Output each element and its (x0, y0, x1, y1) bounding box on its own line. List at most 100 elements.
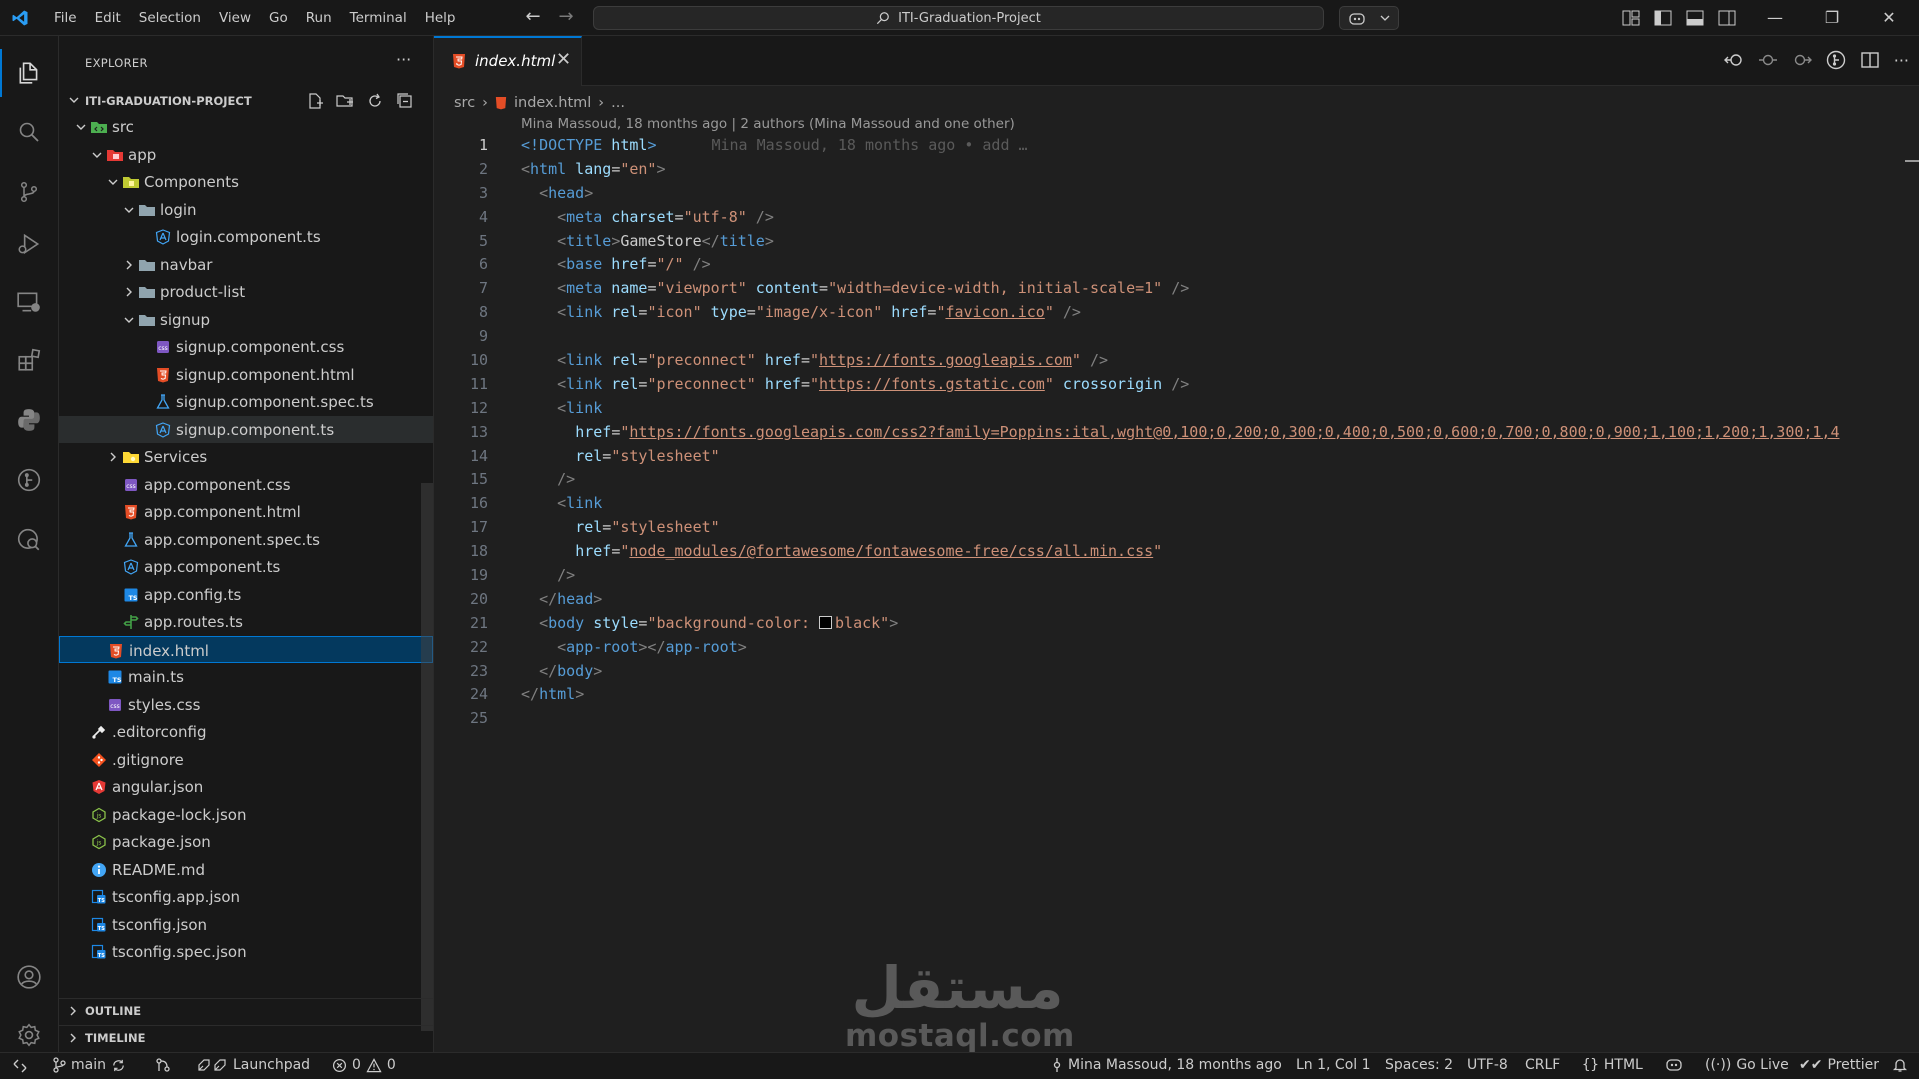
refresh-icon[interactable] (366, 92, 384, 110)
branch-indicator[interactable]: main (52, 1057, 126, 1073)
new-folder-icon[interactable] (336, 92, 354, 110)
launchpad-status[interactable]: Launchpad (196, 1057, 310, 1073)
chevron-down-icon[interactable] (123, 314, 135, 326)
color-swatch[interactable] (819, 615, 833, 629)
tree-folder[interactable]: navbar (59, 251, 433, 279)
gitlens-icon[interactable] (13, 464, 45, 496)
code-line[interactable]: 23 </body> (434, 660, 1919, 684)
code-line[interactable]: 21 <body style="background-color: black"… (434, 612, 1919, 636)
tree-file[interactable]: css app.component.css (59, 471, 433, 499)
settings-gear-icon[interactable] (13, 1019, 45, 1051)
breadcrumb-symbol[interactable]: ... (611, 95, 625, 111)
blame-codelens[interactable]: Mina Massoud, 18 months ago | 2 authors … (521, 116, 1015, 132)
code-line[interactable]: 17 rel="stylesheet" (434, 516, 1919, 540)
code-line[interactable]: 19 /> (434, 564, 1919, 588)
problems-indicator[interactable]: 0 0 (332, 1057, 396, 1073)
tree-file[interactable]: index.html (59, 635, 433, 663)
tree-folder[interactable]: signup (59, 306, 433, 334)
indentation-status[interactable]: Spaces: 2 (1385, 1057, 1453, 1073)
customize-layout-icon[interactable] (1622, 10, 1640, 26)
menu-file[interactable]: File (45, 0, 86, 36)
tree-file[interactable]: angular.json (59, 773, 433, 801)
code-line[interactable]: 10 <link rel="preconnect" href="https://… (434, 349, 1919, 373)
code-line[interactable]: 15 /> (434, 468, 1919, 492)
chevron-down-icon[interactable] (123, 204, 135, 216)
tree-file[interactable]: TS app.config.ts (59, 581, 433, 609)
breadcrumb-file[interactable]: index.html (514, 95, 591, 111)
run-debug-icon[interactable] (13, 228, 45, 260)
new-file-icon[interactable] (306, 92, 324, 110)
cursor-position[interactable]: Ln 1, Col 1 (1296, 1057, 1371, 1073)
blame-status[interactable]: Mina Massoud, 18 months ago (1051, 1057, 1282, 1073)
copilot-status[interactable] (1665, 1057, 1683, 1072)
tree-file[interactable]: app.component.spec.ts (59, 526, 433, 554)
tree-file[interactable]: .editorconfig (59, 718, 433, 746)
menu-terminal[interactable]: Terminal (341, 0, 416, 36)
code-line[interactable]: 4 <meta charset="utf-8" /> (434, 206, 1919, 230)
open-changes-icon[interactable] (1723, 51, 1744, 69)
notifications-bell-icon[interactable] (1893, 1057, 1907, 1073)
tree-folder[interactable]: app (59, 141, 433, 169)
tree-file[interactable]: TS tsconfig.json (59, 911, 433, 939)
forward-arrow-icon[interactable]: → (555, 6, 577, 28)
command-center-search[interactable]: ITI-Graduation-Project (593, 6, 1324, 30)
minimize-icon[interactable]: — (1752, 0, 1798, 36)
tree-folder[interactable]: src (59, 113, 433, 141)
code-line[interactable]: 3 <head> (434, 182, 1919, 206)
menu-run[interactable]: Run (297, 0, 341, 36)
toggle-panel-icon[interactable] (1686, 10, 1704, 26)
tree-folder[interactable]: Components (59, 168, 433, 196)
tree-file[interactable]: TS tsconfig.spec.json (59, 938, 433, 966)
chevron-right-icon[interactable] (107, 451, 119, 463)
tree-file[interactable]: signup.component.ts (59, 415, 433, 443)
prettier-status[interactable]: ✔✔ Prettier (1799, 1057, 1879, 1073)
menu-view[interactable]: View (210, 0, 260, 36)
copilot-button[interactable] (1339, 6, 1399, 30)
more-actions-icon[interactable]: ··· (1894, 51, 1909, 70)
chevron-down-icon[interactable] (91, 149, 103, 161)
code-editor[interactable]: 1 <!DOCTYPE html> Mina Massoud, 18 months … (434, 134, 1919, 731)
code-line[interactable]: 11 <link rel="preconnect" href="https://… (434, 373, 1919, 397)
tree-file[interactable]: signup.component.html (59, 361, 433, 389)
chevron-right-icon[interactable] (123, 259, 135, 271)
tree-file[interactable]: README.md (59, 856, 433, 884)
code-line[interactable]: 5 <title>GameStore</title> (434, 230, 1919, 254)
python-icon[interactable] (13, 404, 45, 436)
language-mode[interactable]: {} HTML (1582, 1057, 1643, 1073)
gitlens-graph-status[interactable] (155, 1057, 171, 1073)
tree-file[interactable]: app.component.ts (59, 553, 433, 581)
code-line[interactable]: 7 <meta name="viewport" content="width=d… (434, 277, 1919, 301)
code-line[interactable]: 14 rel="stylesheet" (434, 445, 1919, 469)
eol-status[interactable]: CRLF (1525, 1057, 1560, 1073)
code-line[interactable]: 13 href="https://fonts.googleapis.com/cs… (434, 421, 1919, 445)
remote-explorer-icon[interactable] (13, 286, 45, 318)
sync-icon[interactable] (111, 1058, 126, 1073)
code-line[interactable]: 2 <html lang="en"> (434, 158, 1919, 182)
chevron-down-icon[interactable] (107, 176, 119, 188)
breadcrumb-folder[interactable]: src (454, 95, 475, 111)
tree-folder[interactable]: Services (59, 443, 433, 471)
more-actions-icon[interactable]: ··· (396, 50, 411, 69)
tree-file[interactable]: css signup.component.css (59, 333, 433, 361)
menu-selection[interactable]: Selection (130, 0, 210, 36)
close-tab-icon[interactable]: ✕ (556, 49, 571, 70)
next-revision-icon[interactable] (1792, 51, 1812, 69)
gitlens-inspect-icon[interactable] (13, 524, 45, 556)
code-line[interactable]: 16 <link (434, 492, 1919, 516)
tree-file[interactable]: js package-lock.json (59, 801, 433, 829)
chevron-down-icon[interactable] (75, 121, 87, 133)
timeline-section[interactable]: TIMELINE (59, 1025, 433, 1049)
source-control-icon[interactable] (13, 176, 45, 208)
explorer-icon[interactable] (13, 57, 45, 89)
menu-go[interactable]: Go (260, 0, 297, 36)
back-arrow-icon[interactable]: ← (522, 6, 544, 28)
code-line[interactable]: 18 href= "node_modules/@fortawesome/fonta… (434, 540, 1919, 564)
code-line[interactable]: 9 (434, 325, 1919, 349)
tree-folder[interactable]: product-list (59, 278, 433, 306)
tree-file[interactable]: TS tsconfig.app.json (59, 883, 433, 911)
encoding-status[interactable]: UTF-8 (1467, 1057, 1508, 1073)
collapse-all-icon[interactable] (396, 92, 414, 110)
code-line[interactable]: 20 </head> (434, 588, 1919, 612)
accounts-icon[interactable] (13, 961, 45, 993)
menu-edit[interactable]: Edit (86, 0, 130, 36)
